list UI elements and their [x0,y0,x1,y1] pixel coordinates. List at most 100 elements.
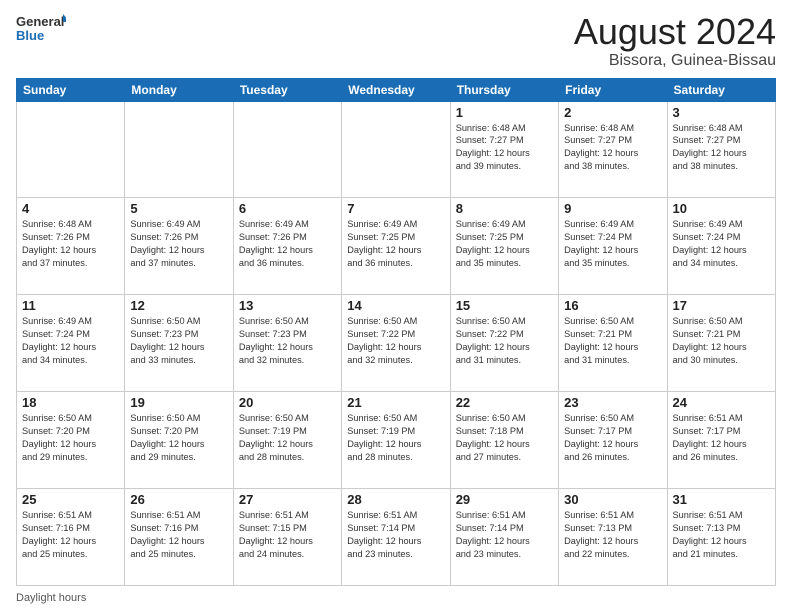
daylight-label: Daylight hours [16,592,86,604]
day-number: 12 [130,298,227,313]
calendar-cell: 6 Sunrise: 6:49 AM Sunset: 7:26 PM Daylig… [233,198,341,295]
calendar-week-row: 25 Sunrise: 6:51 AM Sunset: 7:16 PM Dayli… [17,489,776,586]
day-info: Sunrise: 6:49 AM Sunset: 7:25 PM Dayligh… [347,218,444,270]
day-number: 11 [22,298,119,313]
calendar-cell: 27 Sunrise: 6:51 AM Sunset: 7:15 PM Dayli… [233,489,341,586]
day-info: Sunrise: 6:49 AM Sunset: 7:25 PM Dayligh… [456,218,553,270]
day-info: Sunrise: 6:50 AM Sunset: 7:23 PM Dayligh… [239,315,336,367]
day-info: Sunrise: 6:51 AM Sunset: 7:16 PM Dayligh… [22,509,119,561]
calendar-week-row: 1 Sunrise: 6:48 AM Sunset: 7:27 PM Daylig… [17,101,776,198]
day-info: Sunrise: 6:49 AM Sunset: 7:26 PM Dayligh… [239,218,336,270]
footer: Daylight hours [16,592,776,604]
day-info: Sunrise: 6:50 AM Sunset: 7:23 PM Dayligh… [130,315,227,367]
calendar-cell: 18 Sunrise: 6:50 AM Sunset: 7:20 PM Dayli… [17,392,125,489]
day-number: 6 [239,201,336,216]
weekday-header: Monday [125,78,233,101]
calendar-cell: 14 Sunrise: 6:50 AM Sunset: 7:22 PM Dayli… [342,295,450,392]
day-number: 14 [347,298,444,313]
weekday-header: Wednesday [342,78,450,101]
day-info: Sunrise: 6:51 AM Sunset: 7:15 PM Dayligh… [239,509,336,561]
day-number: 31 [673,492,770,507]
svg-text:Blue: Blue [16,28,44,43]
calendar-cell: 25 Sunrise: 6:51 AM Sunset: 7:16 PM Dayli… [17,489,125,586]
calendar-cell: 29 Sunrise: 6:51 AM Sunset: 7:14 PM Dayli… [450,489,558,586]
day-number: 15 [456,298,553,313]
day-number: 29 [456,492,553,507]
svg-text:General: General [16,14,64,29]
calendar-cell: 31Sunrise: 6:51 AM Sunset: 7:13 PM Dayli… [667,489,775,586]
calendar-cell: 8 Sunrise: 6:49 AM Sunset: 7:25 PM Daylig… [450,198,558,295]
day-info: Sunrise: 6:49 AM Sunset: 7:24 PM Dayligh… [22,315,119,367]
calendar-cell: 19 Sunrise: 6:50 AM Sunset: 7:20 PM Dayli… [125,392,233,489]
calendar-cell [342,101,450,198]
calendar-cell: 3Sunrise: 6:48 AM Sunset: 7:27 PM Daylig… [667,101,775,198]
calendar-cell [17,101,125,198]
day-number: 28 [347,492,444,507]
day-info: Sunrise: 6:51 AM Sunset: 7:14 PM Dayligh… [456,509,553,561]
weekday-header: Friday [559,78,667,101]
day-info: Sunrise: 6:48 AM Sunset: 7:26 PM Dayligh… [22,218,119,270]
calendar-cell: 4 Sunrise: 6:48 AM Sunset: 7:26 PM Daylig… [17,198,125,295]
weekday-header: Tuesday [233,78,341,101]
calendar-cell: 2 Sunrise: 6:48 AM Sunset: 7:27 PM Daylig… [559,101,667,198]
page: General Blue August 2024 Bissora, Guinea… [0,0,792,612]
day-number: 25 [22,492,119,507]
day-number: 4 [22,201,119,216]
calendar-cell: 1Sunrise: 6:48 AM Sunset: 7:27 PM Daylig… [450,101,558,198]
day-info: Sunrise: 6:49 AM Sunset: 7:24 PM Dayligh… [564,218,661,270]
day-info: Sunrise: 6:51 AM Sunset: 7:14 PM Dayligh… [347,509,444,561]
calendar-week-row: 4 Sunrise: 6:48 AM Sunset: 7:26 PM Daylig… [17,198,776,295]
day-number: 2 [564,105,661,120]
day-info: Sunrise: 6:50 AM Sunset: 7:21 PM Dayligh… [564,315,661,367]
weekday-header: Sunday [17,78,125,101]
day-number: 24 [673,395,770,410]
day-number: 16 [564,298,661,313]
day-number: 3 [673,105,770,120]
calendar-table: SundayMondayTuesdayWednesdayThursdayFrid… [16,78,776,586]
calendar-cell: 16 Sunrise: 6:50 AM Sunset: 7:21 PM Dayli… [559,295,667,392]
weekday-header-row: SundayMondayTuesdayWednesdayThursdayFrid… [17,78,776,101]
weekday-header: Thursday [450,78,558,101]
calendar-cell: 7Sunrise: 6:49 AM Sunset: 7:25 PM Daylig… [342,198,450,295]
calendar-week-row: 18 Sunrise: 6:50 AM Sunset: 7:20 PM Dayli… [17,392,776,489]
day-info: Sunrise: 6:50 AM Sunset: 7:20 PM Dayligh… [22,412,119,464]
calendar-cell [233,101,341,198]
day-info: Sunrise: 6:51 AM Sunset: 7:13 PM Dayligh… [564,509,661,561]
day-number: 23 [564,395,661,410]
day-info: Sunrise: 6:50 AM Sunset: 7:22 PM Dayligh… [347,315,444,367]
day-info: Sunrise: 6:50 AM Sunset: 7:19 PM Dayligh… [239,412,336,464]
day-info: Sunrise: 6:50 AM Sunset: 7:18 PM Dayligh… [456,412,553,464]
day-number: 21 [347,395,444,410]
calendar-cell: 22 Sunrise: 6:50 AM Sunset: 7:18 PM Dayli… [450,392,558,489]
calendar-cell: 15Sunrise: 6:50 AM Sunset: 7:22 PM Dayli… [450,295,558,392]
day-info: Sunrise: 6:49 AM Sunset: 7:24 PM Dayligh… [673,218,770,270]
day-number: 27 [239,492,336,507]
day-info: Sunrise: 6:48 AM Sunset: 7:27 PM Dayligh… [564,122,661,174]
calendar-cell [125,101,233,198]
day-info: Sunrise: 6:50 AM Sunset: 7:19 PM Dayligh… [347,412,444,464]
day-number: 22 [456,395,553,410]
header: General Blue August 2024 Bissora, Guinea… [16,12,776,70]
day-number: 8 [456,201,553,216]
calendar-cell: 12 Sunrise: 6:50 AM Sunset: 7:23 PM Dayli… [125,295,233,392]
day-number: 19 [130,395,227,410]
weekday-header: Saturday [667,78,775,101]
day-info: Sunrise: 6:50 AM Sunset: 7:20 PM Dayligh… [130,412,227,464]
title-area: August 2024 Bissora, Guinea-Bissau [574,12,776,70]
logo: General Blue [16,12,66,48]
day-number: 5 [130,201,227,216]
calendar-cell: 9 Sunrise: 6:49 AM Sunset: 7:24 PM Daylig… [559,198,667,295]
calendar-cell: 20Sunrise: 6:50 AM Sunset: 7:19 PM Dayli… [233,392,341,489]
day-number: 9 [564,201,661,216]
calendar-cell: 11 Sunrise: 6:49 AM Sunset: 7:24 PM Dayli… [17,295,125,392]
day-info: Sunrise: 6:49 AM Sunset: 7:26 PM Dayligh… [130,218,227,270]
day-number: 1 [456,105,553,120]
day-number: 18 [22,395,119,410]
calendar-cell: 26Sunrise: 6:51 AM Sunset: 7:16 PM Dayli… [125,489,233,586]
calendar-cell: 13 Sunrise: 6:50 AM Sunset: 7:23 PM Dayli… [233,295,341,392]
calendar-cell: 30Sunrise: 6:51 AM Sunset: 7:13 PM Dayli… [559,489,667,586]
day-number: 13 [239,298,336,313]
calendar-cell: 10Sunrise: 6:49 AM Sunset: 7:24 PM Dayli… [667,198,775,295]
calendar-cell: 5 Sunrise: 6:49 AM Sunset: 7:26 PM Daylig… [125,198,233,295]
day-number: 17 [673,298,770,313]
